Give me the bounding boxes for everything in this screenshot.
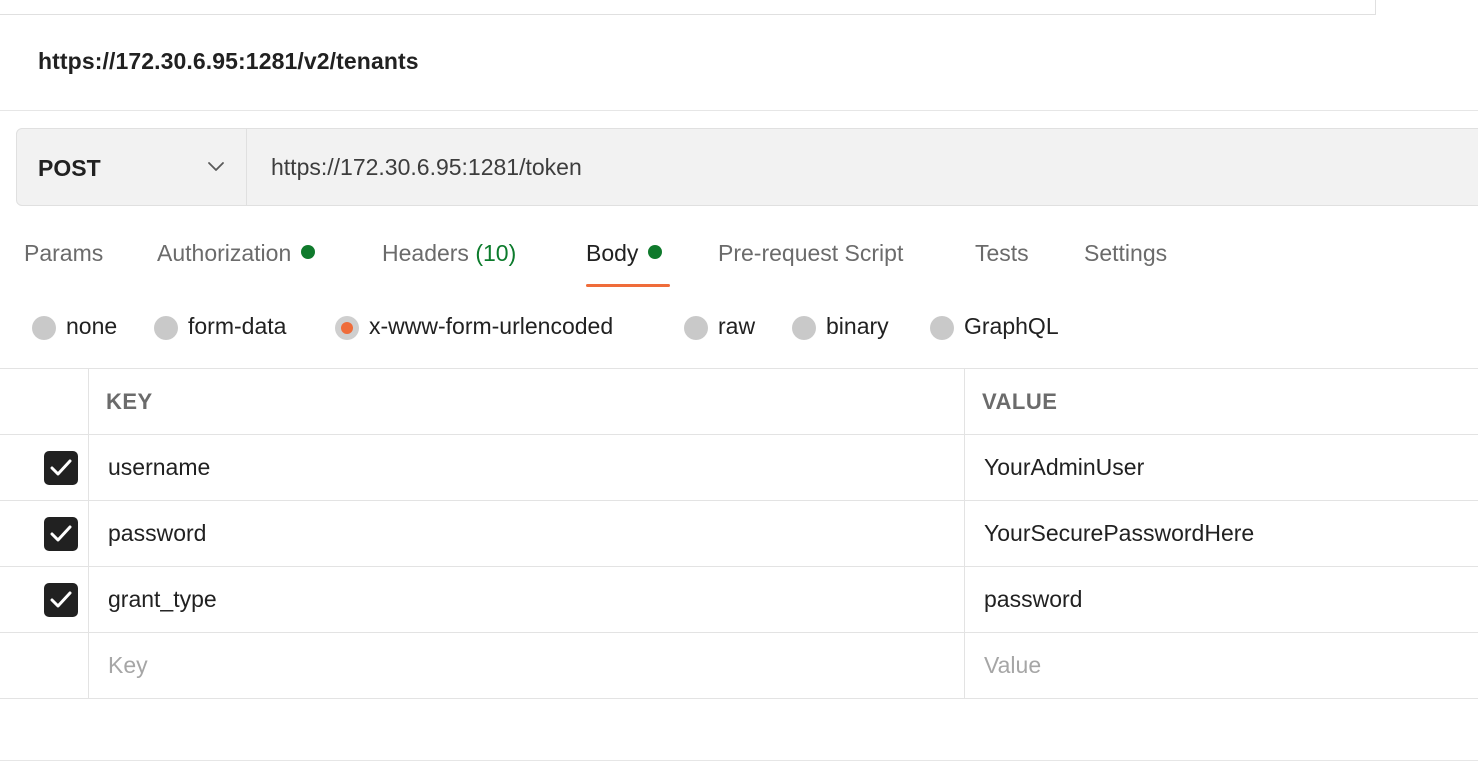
radio-label: binary [826, 313, 889, 339]
tab-headers[interactable]: Headers (10) [382, 240, 516, 288]
radio-label: none [66, 313, 118, 339]
tab-label: Pre-request Script [718, 240, 904, 266]
value-text: YourAdminUser [984, 454, 1145, 480]
tab-label: Tests [975, 240, 1029, 266]
radio-circle-icon [792, 316, 816, 340]
divider [0, 760, 1478, 761]
value-text: password [984, 586, 1083, 612]
radio-label: form-data [188, 313, 287, 339]
method-dropdown[interactable]: POST [17, 129, 247, 205]
column-header-key: KEY [106, 389, 153, 414]
key-text: grant_type [108, 586, 217, 612]
key-cell[interactable]: username [89, 435, 965, 500]
method-label: POST [38, 155, 101, 181]
value-cell[interactable]: YourAdminUser [965, 435, 1478, 500]
value-text: YourSecurePasswordHere [984, 520, 1255, 546]
chevron-down-icon [208, 162, 224, 171]
tab-body[interactable]: Body [586, 240, 663, 288]
header-value-cell: VALUE [965, 369, 1478, 434]
check-cell [0, 567, 89, 632]
radio-label: x-www-form-urlencoded [369, 313, 614, 339]
value-cell[interactable]: Value [965, 633, 1478, 698]
checkmark-icon [50, 459, 72, 476]
row-enabled-checkbox[interactable] [44, 517, 78, 551]
request-name-title[interactable]: https://172.30.6.95:1281/v2/tenants [38, 48, 419, 75]
key-text: password [108, 520, 207, 546]
radio-selected-icon [335, 316, 359, 340]
key-cell[interactable]: grant_type [89, 567, 965, 632]
url-input[interactable]: https://172.30.6.95:1281/token [271, 154, 582, 181]
check-cell [0, 435, 89, 500]
table-row: grant_type password [0, 567, 1478, 633]
row-enabled-checkbox[interactable] [44, 451, 78, 485]
headers-count-badge: (10) [475, 240, 517, 266]
radio-circle-icon [684, 316, 708, 340]
check-cell [0, 633, 89, 698]
key-cell[interactable]: password [89, 501, 965, 566]
table-row-new: Key Value [0, 633, 1478, 699]
radio-label: raw [718, 313, 756, 339]
value-cell[interactable]: password [965, 567, 1478, 632]
tab-label: Body [586, 240, 639, 266]
header-key-cell: KEY [89, 369, 965, 434]
tab-prerequest-script[interactable]: Pre-request Script [718, 240, 903, 288]
checkmark-icon [50, 525, 72, 542]
value-cell[interactable]: YourSecurePasswordHere [965, 501, 1478, 566]
tab-label: Headers [382, 240, 469, 266]
header-check-cell [0, 369, 89, 434]
active-tab-indicator [586, 284, 670, 287]
radio-circle-icon [154, 316, 178, 340]
column-header-value: VALUE [982, 389, 1058, 414]
radio-label: GraphQL [964, 313, 1059, 339]
status-dot-icon [301, 245, 316, 259]
tab-settings[interactable]: Settings [1084, 240, 1167, 288]
request-editor: https://172.30.6.95:1281/v2/tenants POST… [0, 0, 1478, 768]
tab-tests[interactable]: Tests [975, 240, 1029, 288]
tab-label: Settings [1084, 240, 1168, 266]
radio-circle-icon [32, 316, 56, 340]
tab-params[interactable]: Params [24, 240, 103, 288]
status-dot-icon [648, 245, 663, 259]
row-enabled-checkbox[interactable] [44, 583, 78, 617]
divider [0, 110, 1478, 111]
request-bar: POST https://172.30.6.95:1281/token [16, 128, 1478, 206]
form-urlencoded-table: KEY VALUE username YourAdminUser passwor… [0, 368, 1478, 699]
key-placeholder: Key [108, 652, 148, 678]
table-row: username YourAdminUser [0, 435, 1478, 501]
check-cell [0, 501, 89, 566]
checkmark-icon [50, 591, 72, 608]
top-panel-edge [0, 0, 1376, 15]
table-header-row: KEY VALUE [0, 368, 1478, 435]
tab-label: Params [24, 240, 104, 266]
key-cell[interactable]: Key [89, 633, 965, 698]
key-text: username [108, 454, 211, 480]
tab-label: Authorization [157, 240, 292, 266]
radio-circle-icon [930, 316, 954, 340]
tab-authorization[interactable]: Authorization [157, 240, 316, 288]
table-row: password YourSecurePasswordHere [0, 501, 1478, 567]
value-placeholder: Value [984, 652, 1042, 678]
